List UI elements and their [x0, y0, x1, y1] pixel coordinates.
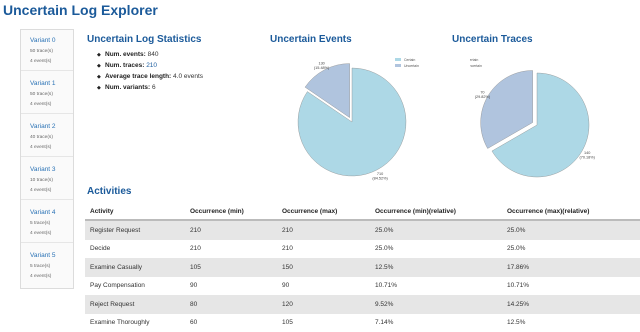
activity-cell: Register Request: [85, 220, 185, 240]
variant-item-2[interactable]: Variant 2 40 trace(s) 4 event(s): [21, 116, 73, 157]
activity-cell: Pay Compensation: [85, 277, 185, 296]
stat-num-events: ◆Num. events: 840: [97, 49, 203, 60]
table-row: Examine Thoroughly 60 105 7.14% 12.5%: [85, 314, 640, 332]
variant-item-4[interactable]: Variant 4 5 trace(s) 4 event(s): [21, 202, 73, 243]
activity-cell: Reject Request: [85, 295, 185, 314]
stat-avg-trace-length: ◆Average trace length: 4.0 events: [97, 71, 203, 82]
stat-num-traces: ◆Num. traces: 210: [97, 60, 203, 71]
legend-swatch: [395, 58, 401, 61]
variant-name[interactable]: Variant 1: [30, 80, 56, 87]
table-row: Pay Compensation 90 90 10.71% 10.71%: [85, 277, 640, 296]
variant-event-count: 4 event(s): [30, 102, 51, 107]
slice-label: 710(84.52%): [372, 172, 388, 181]
occurrence-max-relative-cell: 12.5%: [502, 314, 640, 332]
slice-label: 140(70.18%): [580, 151, 596, 160]
table-row: Reject Request 80 120 9.52% 14.25%: [85, 295, 640, 314]
slice-label: 130(15.48%): [314, 62, 330, 71]
activities-title: Activities: [87, 186, 131, 197]
legend-label: Certain: [404, 58, 415, 62]
variants-sidebar: Variant 0 50 trace(s) 4 event(s) Variant…: [20, 29, 74, 289]
occurrence-max-cell: 90: [277, 277, 370, 296]
occurrence-min-cell: 210: [185, 220, 277, 240]
occurrence-min-relative-cell: 25.0%: [370, 240, 502, 259]
bullet-icon: ◆: [97, 83, 105, 94]
occurrence-max-cell: 210: [277, 240, 370, 259]
stat-value: 6: [152, 84, 156, 91]
traces-pie-chart: 70(29.82%) 140(70.18%) Certain Uncertain: [470, 50, 610, 182]
occurrence-min-cell: 210: [185, 240, 277, 259]
legend-label: Uncertain: [404, 64, 419, 68]
legend-label: Certain: [470, 58, 478, 62]
stat-label: Num. events:: [105, 51, 146, 58]
variant-name[interactable]: Variant 5: [30, 252, 56, 259]
variant-event-count: 4 event(s): [30, 59, 51, 64]
occurrence-max-cell: 150: [277, 258, 370, 277]
variant-event-count: 4 event(s): [30, 145, 51, 150]
occurrence-min-relative-cell: 10.71%: [370, 277, 502, 296]
variant-trace-count: 50 trace(s): [30, 92, 53, 97]
activity-cell: Examine Casually: [85, 258, 185, 277]
app-title: Uncertain Log Explorer: [3, 2, 158, 18]
variant-name[interactable]: Variant 0: [30, 37, 56, 44]
variant-trace-count: 40 trace(s): [30, 135, 53, 140]
occurrence-min-cell: 105: [185, 258, 277, 277]
variant-item-1[interactable]: Variant 1 50 trace(s) 4 event(s): [21, 73, 73, 114]
slice-label: 70(29.82%): [475, 91, 491, 100]
occurrence-max-relative-cell: 17.86%: [502, 258, 640, 277]
legend-swatch: [395, 64, 401, 67]
occurrence-max-relative-cell: 14.25%: [502, 295, 640, 314]
column-header[interactable]: Occurrence (min): [185, 203, 277, 220]
occurrence-max-relative-cell: 25.0%: [502, 220, 640, 240]
occurrence-min-cell: 80: [185, 295, 277, 314]
events-chart-title: Uncertain Events: [270, 34, 352, 45]
table-row: Decide 210 210 25.0% 25.0%: [85, 240, 640, 259]
events-pie-chart: 130(15.48%) 710(84.52%) Certain Uncertain: [290, 50, 430, 182]
traces-chart-title: Uncertain Traces: [452, 34, 533, 45]
column-header[interactable]: Occurrence (min)(relative): [370, 203, 502, 220]
occurrence-min-relative-cell: 7.14%: [370, 314, 502, 332]
occurrence-min-cell: 90: [185, 277, 277, 296]
variant-item-5[interactable]: Variant 5 5 trace(s) 4 event(s): [21, 245, 73, 285]
activity-cell: Decide: [85, 240, 185, 259]
legend-label: Uncertain: [470, 64, 482, 68]
stat-num-variants: ◆Num. variants: 6: [97, 82, 203, 93]
variant-item-3[interactable]: Variant 3 10 trace(s) 4 event(s): [21, 159, 73, 200]
statistics-list: ◆Num. events: 840 ◆Num. traces: 210 ◆Ave…: [97, 49, 203, 93]
stat-label: Num. variants:: [105, 84, 150, 91]
occurrence-min-relative-cell: 25.0%: [370, 220, 502, 240]
variant-trace-count: 50 trace(s): [30, 49, 53, 54]
table-row: Register Request 210 210 25.0% 25.0%: [85, 220, 640, 240]
variant-trace-count: 5 trace(s): [30, 221, 50, 226]
occurrence-max-relative-cell: 25.0%: [502, 240, 640, 259]
variant-name[interactable]: Variant 2: [30, 123, 56, 130]
table-header-row: Activity Occurrence (min) Occurrence (ma…: [85, 203, 640, 220]
column-header[interactable]: Occurrence (max): [277, 203, 370, 220]
stat-label: Num. traces:: [105, 62, 144, 69]
stat-label: Average trace length:: [105, 73, 171, 80]
column-header[interactable]: Occurrence (max)(relative): [502, 203, 640, 220]
statistics-title: Uncertain Log Statistics: [87, 34, 201, 45]
occurrence-max-relative-cell: 10.71%: [502, 277, 640, 296]
occurrence-min-cell: 60: [185, 314, 277, 332]
variant-name[interactable]: Variant 4: [30, 209, 56, 216]
variant-event-count: 4 event(s): [30, 231, 51, 236]
activities-table: Activity Occurrence (min) Occurrence (ma…: [85, 203, 640, 332]
occurrence-min-relative-cell: 12.5%: [370, 258, 502, 277]
variant-trace-count: 5 trace(s): [30, 264, 50, 269]
table-row: Examine Casually 105 150 12.5% 17.86%: [85, 258, 640, 277]
stat-value: 4.0 events: [173, 73, 203, 80]
occurrence-max-cell: 120: [277, 295, 370, 314]
stat-value: 210: [146, 62, 157, 69]
variant-event-count: 4 event(s): [30, 274, 51, 279]
column-header[interactable]: Activity: [85, 203, 185, 220]
variant-item-0[interactable]: Variant 0 50 trace(s) 4 event(s): [21, 30, 73, 71]
stat-value: 840: [148, 51, 159, 58]
variant-trace-count: 10 trace(s): [30, 178, 53, 183]
activity-cell: Examine Thoroughly: [85, 314, 185, 332]
occurrence-min-relative-cell: 9.52%: [370, 295, 502, 314]
occurrence-max-cell: 210: [277, 220, 370, 240]
variant-name[interactable]: Variant 3: [30, 166, 56, 173]
occurrence-max-cell: 105: [277, 314, 370, 332]
variant-event-count: 4 event(s): [30, 188, 51, 193]
